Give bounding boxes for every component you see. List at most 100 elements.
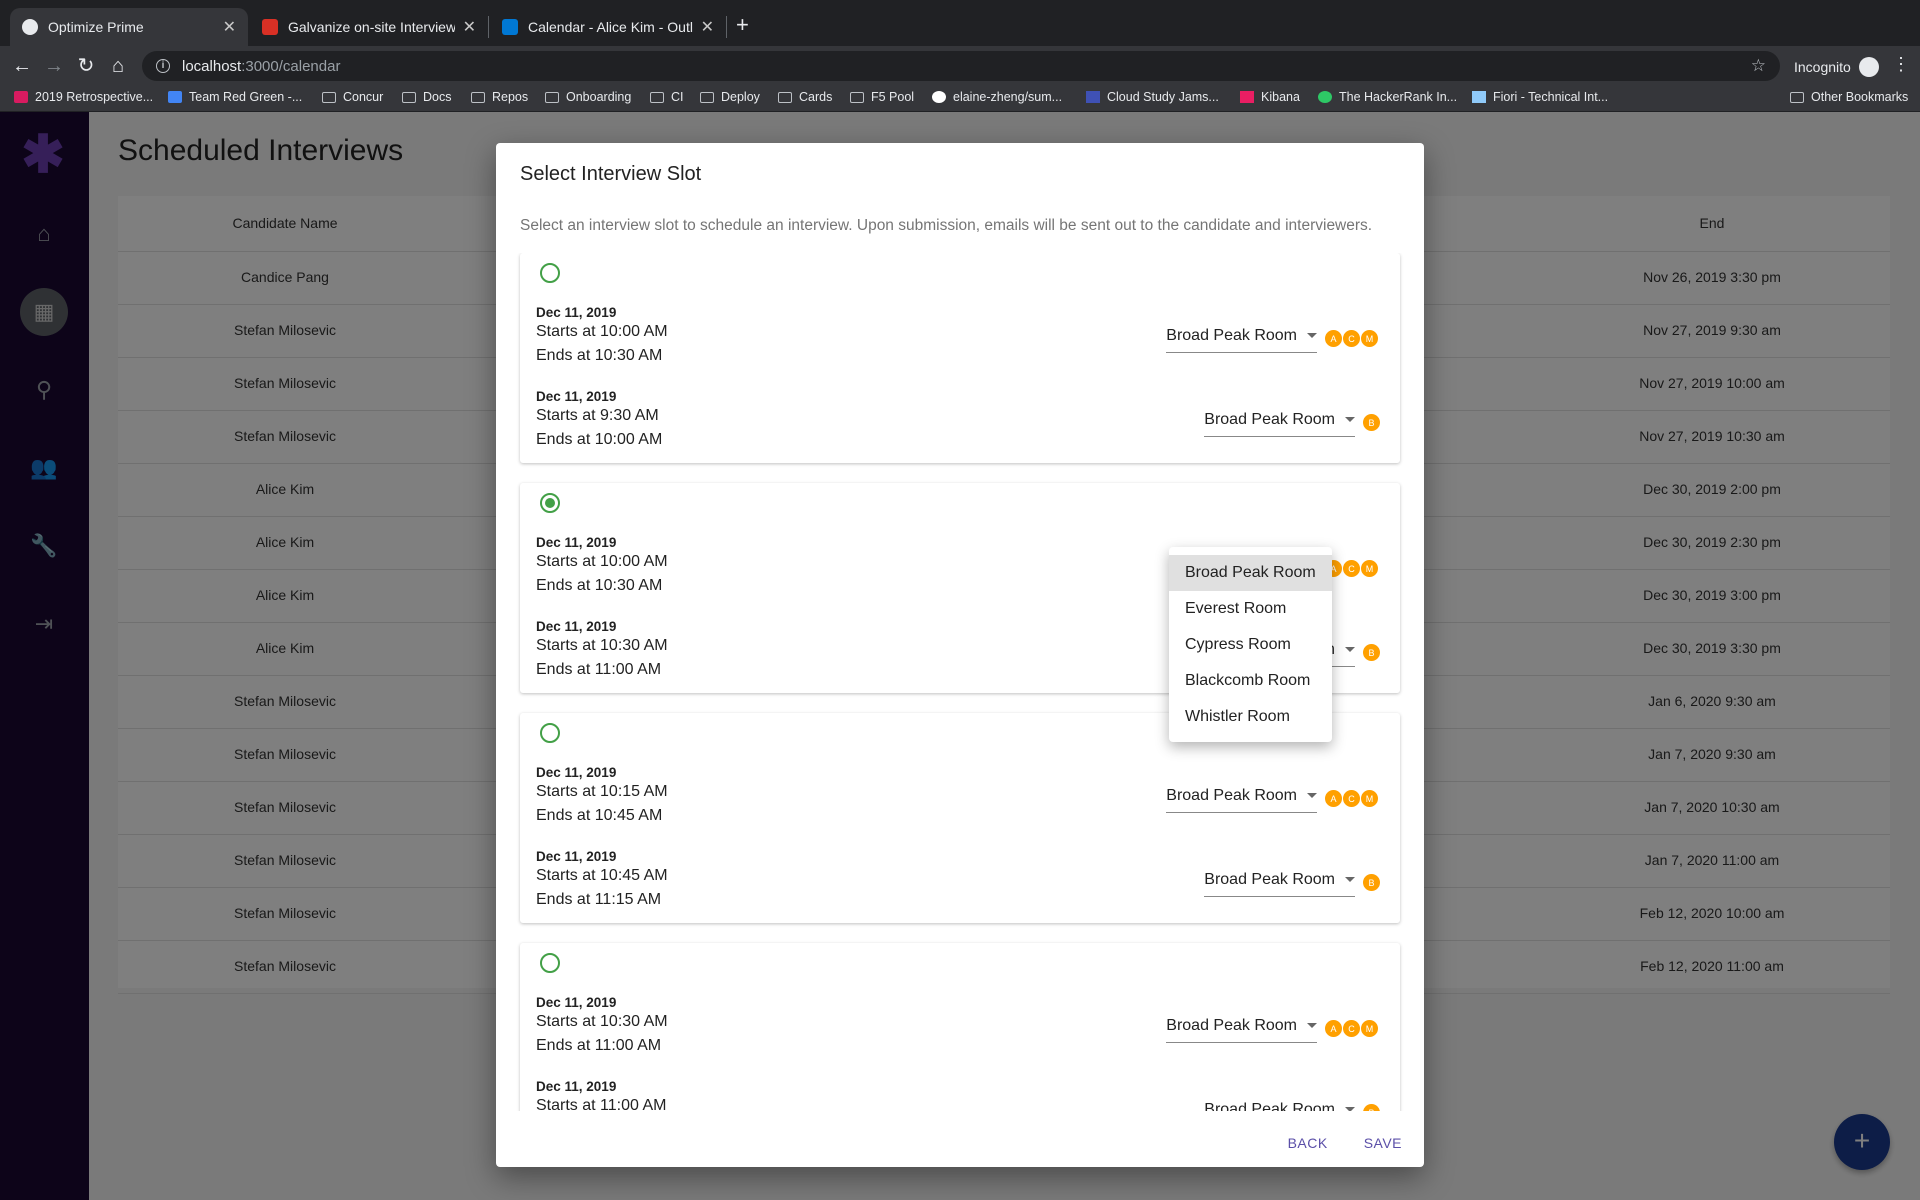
slot-entry: Dec 11, 2019 Starts at 10:45 AM Ends at 11… bbox=[536, 849, 1386, 925]
incognito-icon bbox=[1858, 57, 1879, 77]
bookmark-item[interactable]: The HackerRank In... bbox=[1318, 90, 1457, 104]
avatar[interactable]: C bbox=[1342, 329, 1361, 348]
avatar[interactable]: C bbox=[1342, 1019, 1361, 1038]
avatar[interactable]: B bbox=[1362, 413, 1381, 432]
browser-tab-optimize-prime[interactable]: Optimize Prime ✕ bbox=[10, 8, 248, 46]
avatar[interactable]: M bbox=[1360, 1019, 1379, 1038]
interviewer-avatars: B bbox=[1362, 873, 1381, 892]
bookmark-item[interactable]: Fiori - Technical Int... bbox=[1472, 90, 1608, 104]
room-select[interactable]: Broad Peak Room bbox=[1204, 867, 1355, 897]
back-arrow-icon[interactable]: ← bbox=[8, 52, 36, 80]
avatar[interactable]: M bbox=[1360, 789, 1379, 808]
browser-tab-galvanize[interactable]: Galvanize on-site Interview Avail ✕ bbox=[250, 8, 488, 46]
bookmark-item[interactable]: Kibana bbox=[1240, 90, 1300, 104]
forward-arrow-icon[interactable]: → bbox=[40, 52, 68, 80]
room-option[interactable]: Whistler Room bbox=[1169, 699, 1332, 735]
slot-radio-button[interactable] bbox=[540, 263, 560, 283]
bookmark-label: The HackerRank In... bbox=[1339, 90, 1458, 104]
slot-radio-button[interactable] bbox=[540, 493, 560, 513]
bookmark-label: Team Red Green -... bbox=[189, 90, 303, 104]
address-bar[interactable]: i localhost:3000/calendar ☆ bbox=[142, 51, 1780, 81]
site-info-icon[interactable]: i bbox=[156, 59, 170, 73]
other-bookmarks-folder[interactable]: Other Bookmarks bbox=[1790, 90, 1908, 104]
avatar[interactable]: C bbox=[1342, 559, 1361, 578]
slot-entry: Dec 11, 2019 Starts at 9:30 AM Ends at 10:… bbox=[536, 389, 1386, 465]
dropdown-arrow-icon bbox=[1345, 877, 1355, 883]
slot-date: Dec 11, 2019 bbox=[536, 849, 617, 864]
room-select-value: Broad Peak Room bbox=[1166, 1017, 1297, 1034]
bookmark-star-icon[interactable]: ☆ bbox=[1751, 56, 1766, 76]
folder-icon bbox=[700, 91, 714, 103]
incognito-indicator[interactable]: Incognito bbox=[1794, 57, 1879, 77]
interview-slot-card[interactable]: Dec 11, 2019 Starts at 10:30 AM Ends at 11… bbox=[520, 943, 1400, 1111]
room-select[interactable]: Broad Peak Room bbox=[1166, 1013, 1317, 1043]
slot-end-time: Ends at 10:30 AM bbox=[536, 347, 663, 364]
slot-start-time: Starts at 10:00 AM bbox=[536, 323, 668, 340]
bookmark-label: Deploy bbox=[721, 90, 760, 104]
room-select[interactable]: Broad Peak Room bbox=[1204, 407, 1355, 437]
url-text: localhost:3000/calendar bbox=[182, 58, 340, 75]
avatar[interactable]: B bbox=[1362, 873, 1381, 892]
interviewer-avatars: B bbox=[1362, 413, 1381, 432]
slot-radio-button[interactable] bbox=[540, 723, 560, 743]
room-option[interactable]: Broad Peak Room bbox=[1169, 555, 1332, 591]
room-select-value: Broad Peak Room bbox=[1204, 1101, 1335, 1111]
home-icon[interactable]: ⌂ bbox=[104, 52, 132, 80]
bookmark-folder[interactable]: CI bbox=[650, 90, 684, 104]
bookmark-favicon-icon bbox=[168, 91, 182, 103]
folder-icon bbox=[402, 91, 416, 103]
slot-start-time: Starts at 10:30 AM bbox=[536, 1013, 668, 1030]
bookmark-favicon-icon bbox=[1086, 91, 1100, 103]
bookmark-folder[interactable]: F5 Pool bbox=[850, 90, 914, 104]
bookmark-item[interactable]: 2019 Retrospective... bbox=[14, 90, 153, 104]
folder-icon bbox=[322, 91, 336, 103]
avatar[interactable]: B bbox=[1362, 1103, 1381, 1111]
avatar[interactable]: A bbox=[1324, 1019, 1343, 1038]
avatar[interactable]: A bbox=[1324, 329, 1343, 348]
interviewer-avatars: B bbox=[1362, 1103, 1381, 1111]
browser-tab-outlook[interactable]: Calendar - Alice Kim - Outlook ✕ bbox=[490, 8, 726, 46]
back-button[interactable]: BACK bbox=[1288, 1135, 1328, 1151]
bookmark-folder[interactable]: Repos bbox=[471, 90, 528, 104]
avatar[interactable]: A bbox=[1324, 789, 1343, 808]
avatar[interactable]: B bbox=[1362, 643, 1381, 662]
bookmark-item[interactable]: Cloud Study Jams... bbox=[1086, 90, 1219, 104]
room-option[interactable]: Cypress Room bbox=[1169, 627, 1332, 663]
close-tab-icon[interactable]: ✕ bbox=[463, 17, 476, 37]
slot-start-time: Starts at 11:00 AM bbox=[536, 1097, 667, 1111]
dialog-title: Select Interview Slot bbox=[520, 163, 702, 185]
room-select-menu: Broad Peak Room Everest Room Cypress Room B… bbox=[1169, 547, 1332, 742]
slot-radio-button[interactable] bbox=[540, 953, 560, 973]
interview-slot-card[interactable]: Dec 11, 2019 Starts at 10:15 AM Ends at 10… bbox=[520, 713, 1400, 923]
avatar[interactable]: C bbox=[1342, 789, 1361, 808]
room-option[interactable]: Everest Room bbox=[1169, 591, 1332, 627]
room-select[interactable]: Broad Peak Room bbox=[1204, 1097, 1355, 1111]
bookmark-label: Docs bbox=[423, 90, 452, 104]
room-select[interactable]: Broad Peak Room bbox=[1166, 323, 1317, 353]
save-button[interactable]: SAVE bbox=[1364, 1135, 1402, 1151]
slot-start-time: Starts at 10:30 AM bbox=[536, 637, 668, 654]
close-tab-icon[interactable]: ✕ bbox=[223, 17, 236, 37]
bookmark-folder[interactable]: Deploy bbox=[700, 90, 760, 104]
close-tab-icon[interactable]: ✕ bbox=[701, 17, 714, 37]
bookmark-folder[interactable]: Cards bbox=[778, 90, 832, 104]
bookmark-item[interactable]: Team Red Green -... bbox=[168, 90, 302, 104]
room-select[interactable]: Broad Peak Room bbox=[1166, 783, 1317, 813]
slot-date: Dec 11, 2019 bbox=[536, 765, 617, 780]
bookmark-item[interactable]: elaine-zheng/sum... bbox=[932, 90, 1062, 104]
avatar[interactable]: M bbox=[1360, 329, 1379, 348]
reload-icon[interactable]: ↻ bbox=[72, 52, 100, 80]
interview-slot-card[interactable]: Dec 11, 2019 Starts at 10:00 AM Ends at 10… bbox=[520, 253, 1400, 463]
bookmark-folder[interactable]: Concur bbox=[322, 90, 383, 104]
bookmark-folder[interactable]: Onboarding bbox=[545, 90, 631, 104]
bookmark-folder[interactable]: Docs bbox=[402, 90, 451, 104]
avatar[interactable]: M bbox=[1360, 559, 1379, 578]
outlook-icon bbox=[502, 19, 518, 35]
room-option[interactable]: Blackcomb Room bbox=[1169, 663, 1332, 699]
browser-tab-bar: Optimize Prime ✕ Galvanize on-site Inter… bbox=[0, 0, 1920, 46]
bookmark-favicon-icon bbox=[14, 91, 28, 103]
slot-start-time: Starts at 9:30 AM bbox=[536, 407, 659, 424]
more-menu-icon[interactable]: ⋮ bbox=[1892, 54, 1910, 75]
new-tab-icon[interactable]: + bbox=[736, 12, 749, 38]
slot-start-time: Starts at 10:15 AM bbox=[536, 783, 668, 800]
